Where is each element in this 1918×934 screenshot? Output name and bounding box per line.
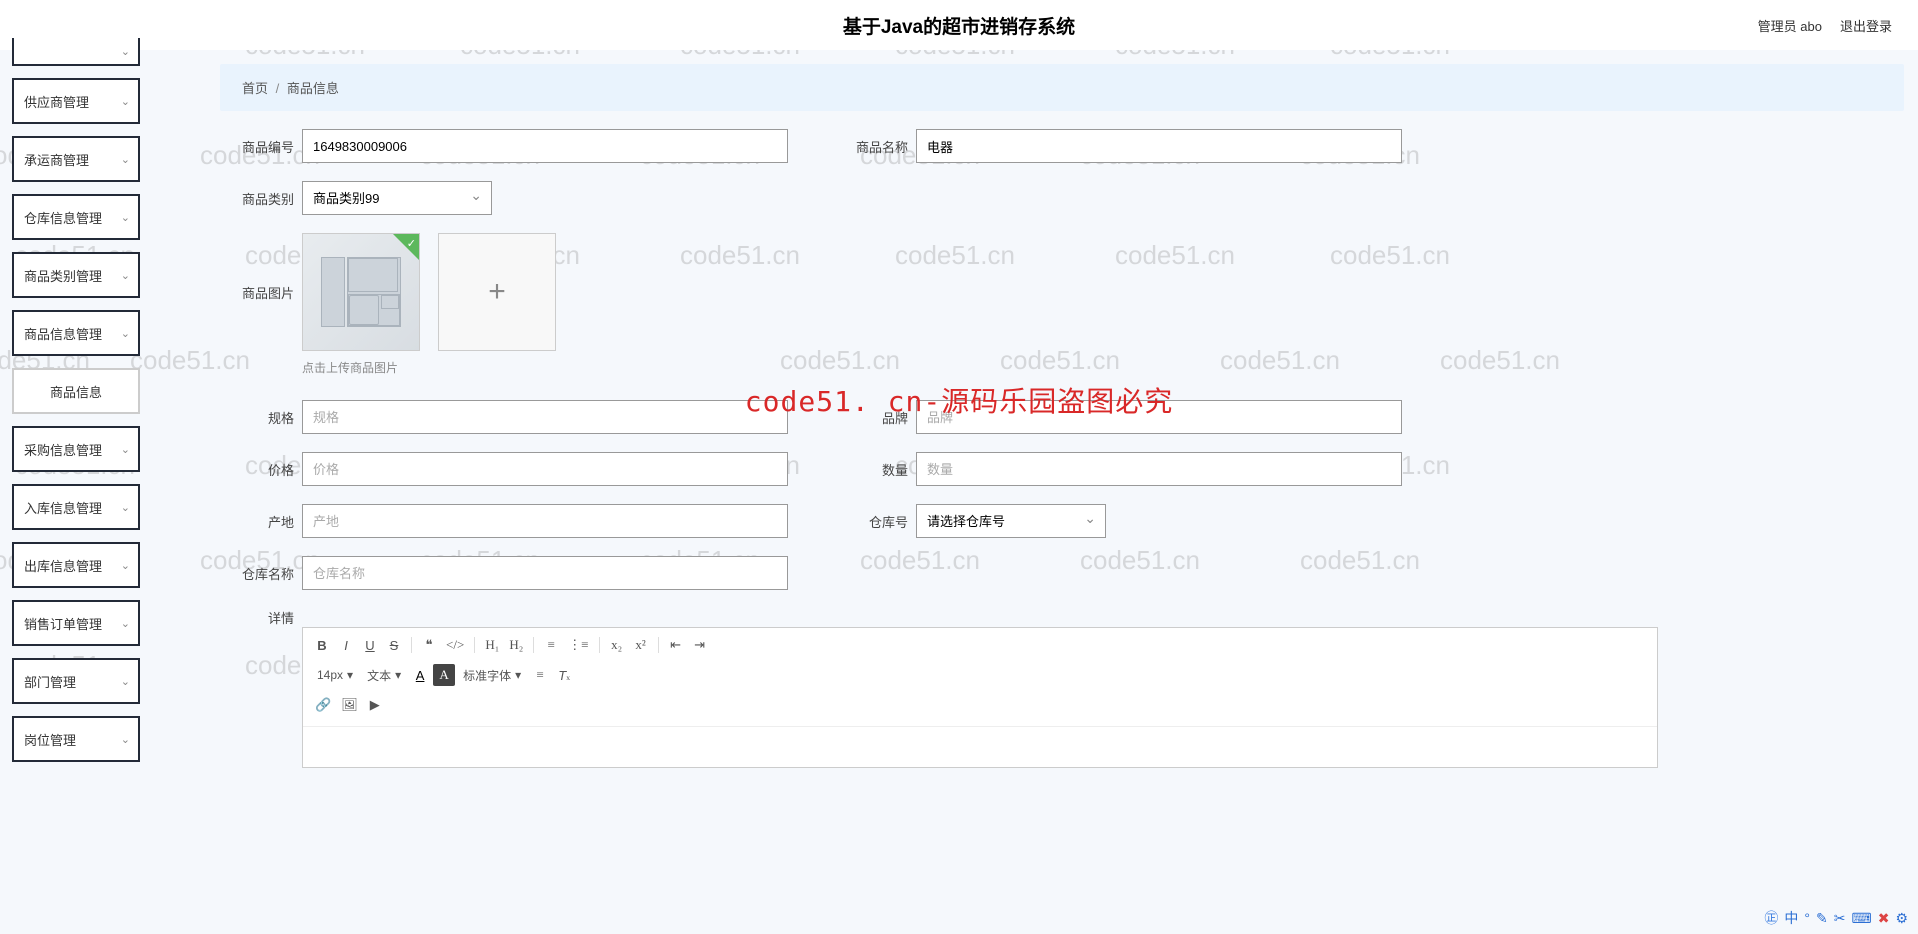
label-product-name: 商品名称 — [848, 137, 908, 156]
rich-text-editor: B I U S ❝ </> H₁ H₂ ≡ ⋮≡ x₂ — [302, 627, 1658, 768]
tray-icon[interactable]: ⌨ — [1851, 910, 1871, 927]
breadcrumb-home[interactable]: 首页 — [242, 81, 268, 96]
chevron-icon: ▾ — [347, 668, 353, 682]
sidebar-item-position[interactable]: 岗位管理⌄ — [12, 716, 140, 762]
chevron-down-icon: ⌄ — [121, 45, 130, 58]
sidebar-item-sales[interactable]: 销售订单管理⌄ — [12, 600, 140, 646]
text-type-select[interactable]: 文本 ▾ — [361, 667, 407, 684]
sidebar-item-placeholder[interactable]: ⌄ — [12, 38, 140, 66]
strike-icon[interactable]: S — [383, 634, 405, 656]
chevron-down-icon: ⌄ — [121, 153, 130, 166]
upload-hint: 点击上传商品图片 — [302, 359, 1890, 376]
breadcrumb: 首页 / 商品信息 — [220, 64, 1904, 111]
input-product-id[interactable] — [302, 129, 788, 163]
chevron-down-icon: ⌄ — [121, 269, 130, 282]
input-product-name[interactable] — [916, 129, 1402, 163]
sidebar-item-dept[interactable]: 部门管理⌄ — [12, 658, 140, 704]
chevron-down-icon: ⌄ — [121, 327, 130, 340]
label-origin: 产地 — [234, 512, 294, 531]
sidebar-item-inbound[interactable]: 入库信息管理⌄ — [12, 484, 140, 530]
chevron-down-icon: ⌄ — [121, 211, 130, 224]
tray-icon[interactable]: ㊣ — [1764, 908, 1778, 928]
label-quantity: 数量 — [848, 460, 908, 479]
label-product-id: 商品编号 — [234, 137, 294, 156]
input-origin[interactable] — [302, 504, 788, 538]
tray-icon[interactable]: ⚙ — [1895, 910, 1908, 927]
chevron-icon: ▾ — [395, 668, 401, 682]
main-content: 首页 / 商品信息 商品编号 商品名称 商品类别 商品类别99 — [220, 50, 1904, 768]
italic-icon[interactable]: I — [335, 634, 357, 656]
sidebar: ⌄ 供应商管理⌄ 承运商管理⌄ 仓库信息管理⌄ 商品类别管理⌄ 商品信息管理⌄ … — [12, 50, 140, 774]
label-category: 商品类别 — [234, 189, 294, 208]
tray-icon[interactable]: ✂ — [1834, 910, 1846, 927]
ol-icon[interactable]: ≡ — [540, 634, 562, 656]
label-warehouse-name: 仓库名称 — [234, 564, 294, 583]
font-family-select[interactable]: 标准字体 ▾ — [457, 667, 527, 684]
image-icon[interactable]: 🖼 — [337, 694, 362, 716]
quote-icon[interactable]: ❝ — [418, 634, 440, 656]
chevron-down-icon: ⌄ — [121, 559, 130, 572]
clear-format-icon[interactable]: Tₓ — [553, 664, 575, 686]
indent-icon[interactable]: ⇤ — [665, 634, 687, 656]
input-warehouse-name[interactable] — [302, 556, 788, 590]
tray-icon[interactable]: ✎ — [1816, 910, 1828, 927]
check-icon — [393, 234, 419, 260]
code-icon[interactable]: </> — [442, 634, 468, 656]
bg-color-icon[interactable]: A — [433, 664, 455, 686]
sidebar-item-warehouse[interactable]: 仓库信息管理⌄ — [12, 194, 140, 240]
ime-icon[interactable]: 中 — [1784, 908, 1798, 928]
ul-icon[interactable]: ⋮≡ — [564, 634, 592, 656]
chevron-down-icon: ⌄ — [121, 443, 130, 456]
system-tray: ㊣ 中 ° ✎ ✂ ⌨ ✖ ⚙ — [1764, 908, 1908, 928]
editor-body[interactable] — [303, 727, 1657, 767]
subscript-icon[interactable]: x₂ — [606, 634, 628, 656]
chevron-down-icon: ⌄ — [121, 617, 130, 630]
editor-toolbar: B I U S ❝ </> H₁ H₂ ≡ ⋮≡ x₂ — [303, 628, 1657, 727]
label-detail: 详情 — [234, 608, 294, 627]
underline-icon[interactable]: U — [359, 634, 381, 656]
user-label[interactable]: 管理员 abo — [1758, 16, 1822, 35]
label-price: 价格 — [234, 460, 294, 479]
label-image: 商品图片 — [234, 283, 294, 302]
tray-icon[interactable]: ✖ — [1878, 910, 1890, 927]
text-color-icon[interactable]: A — [409, 664, 431, 686]
header: 基于Java的超市进销存系统 管理员 abo 退出登录 — [0, 0, 1918, 50]
upload-add-button[interactable]: + — [438, 233, 556, 351]
superscript-icon[interactable]: x² — [630, 634, 652, 656]
label-warehouse-no: 仓库号 — [848, 512, 908, 531]
font-size-select[interactable]: 14px ▾ — [311, 668, 359, 682]
chevron-down-icon: ⌄ — [121, 733, 130, 746]
align-icon[interactable]: ≡ — [529, 664, 551, 686]
link-icon[interactable]: 🔗 — [311, 694, 335, 716]
sidebar-item-outbound[interactable]: 出库信息管理⌄ — [12, 542, 140, 588]
video-icon[interactable]: ▶ — [364, 694, 386, 716]
select-category[interactable]: 商品类别99 — [302, 181, 492, 215]
label-brand: 品牌 — [848, 408, 908, 427]
logout-link[interactable]: 退出登录 — [1840, 16, 1892, 35]
breadcrumb-current: 商品信息 — [287, 81, 339, 96]
sidebar-item-product-mgmt[interactable]: 商品信息管理⌄ — [12, 310, 140, 356]
chevron-down-icon: ⌄ — [121, 501, 130, 514]
product-image-thumb[interactable] — [302, 233, 420, 351]
bold-icon[interactable]: B — [311, 634, 333, 656]
input-price[interactable] — [302, 452, 788, 486]
sidebar-item-supplier[interactable]: 供应商管理⌄ — [12, 78, 140, 124]
h2-icon[interactable]: H₂ — [505, 634, 527, 656]
input-brand[interactable] — [916, 400, 1402, 434]
h1-icon[interactable]: H₁ — [481, 634, 503, 656]
sidebar-item-carrier[interactable]: 承运商管理⌄ — [12, 136, 140, 182]
tray-icon[interactable]: ° — [1804, 910, 1810, 926]
chevron-down-icon: ⌄ — [121, 675, 130, 688]
chevron-down-icon: ⌄ — [121, 95, 130, 108]
label-spec: 规格 — [234, 408, 294, 427]
input-quantity[interactable] — [916, 452, 1402, 486]
page-title: 基于Java的超市进销存系统 — [0, 12, 1918, 39]
sidebar-item-purchase[interactable]: 采购信息管理⌄ — [12, 426, 140, 472]
select-warehouse-no[interactable]: 请选择仓库号 — [916, 504, 1106, 538]
sidebar-item-product-info[interactable]: 商品信息 — [12, 368, 140, 414]
outdent-icon[interactable]: ⇥ — [689, 634, 711, 656]
sidebar-item-category[interactable]: 商品类别管理⌄ — [12, 252, 140, 298]
input-spec[interactable] — [302, 400, 788, 434]
chevron-icon: ▾ — [515, 668, 521, 682]
